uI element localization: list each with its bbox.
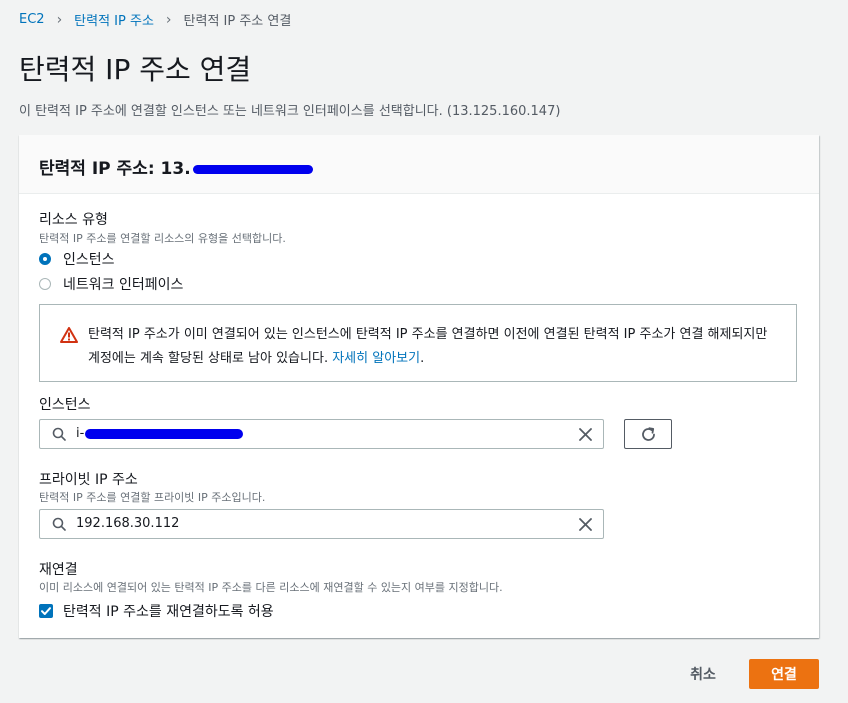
clear-icon[interactable] [579,428,592,441]
page-title: 탄력적 IP 주소 연결 [19,53,252,86]
warning-icon [60,327,78,343]
warning-alert: 탄력적 IP 주소가 이미 연결되어 있는 인스턴스에 탄력적 IP 주소를 연… [39,304,797,382]
search-icon [52,517,66,531]
radio-selected-icon [39,253,51,265]
refresh-icon [642,427,655,441]
reassociate-checkbox-label: 탄력적 IP 주소를 재연결하도록 허용 [63,604,274,620]
reassociate-checkbox[interactable]: 탄력적 IP 주소를 재연결하도록 허용 [39,601,274,621]
chevron-right-icon: › [56,11,63,28]
private-ip-input[interactable]: 192.168.30.112 [39,509,604,539]
breadcrumb: EC2 › 탄력적 IP 주소 › 탄력적 IP 주소 연결 [19,10,292,30]
resource-type-label: 리소스 유형 [39,212,108,228]
instance-label: 인스턴스 [39,397,91,413]
checkmark-icon [41,607,51,615]
private-ip-label: 프라이빗 IP 주소 [39,472,138,488]
associate-button[interactable]: 연결 [749,659,819,689]
panel-title-text: 탄력적 IP 주소: 13. [39,159,191,179]
private-ip-value: 192.168.30.112 [76,516,180,531]
cancel-button[interactable]: 취소 [675,659,731,689]
radio-instance-label: 인스턴스 [63,252,115,268]
search-icon [52,427,66,441]
instance-value: i- [76,426,244,441]
radio-unselected-icon [39,278,51,290]
reassociate-description: 이미 리소스에 연결되어 있는 탄력적 IP 주소를 다른 리소스에 재연결할 … [39,581,503,594]
learn-more-link[interactable]: 자세히 알아보기 [332,351,420,366]
radio-network-interface[interactable]: 네트워크 인터페이스 [39,274,183,294]
refresh-button[interactable] [624,419,672,449]
warning-text: 탄력적 IP 주소가 이미 연결되어 있는 인스턴스에 탄력적 IP 주소를 연… [88,323,778,371]
clear-icon[interactable] [579,518,592,531]
panel-header: 탄력적 IP 주소: 13. [19,135,819,194]
radio-instance[interactable]: 인스턴스 [39,249,115,269]
breadcrumb-elastic-ip-link[interactable]: 탄력적 IP 주소 [74,10,154,29]
radio-network-interface-label: 네트워크 인터페이스 [63,277,184,293]
resource-type-description: 탄력적 IP 주소를 연결할 리소스의 유형을 선택합니다. [39,232,286,245]
redaction-mark [85,428,244,439]
warning-suffix: . [420,351,425,366]
instance-value-text: i- [76,426,85,441]
checkbox-checked [39,604,53,618]
redaction-mark [192,164,313,174]
reassociate-label: 재연결 [39,562,78,578]
breadcrumb-current: 탄력적 IP 주소 연결 [183,14,292,29]
panel-title: 탄력적 IP 주소: 13. [39,154,313,179]
instance-search-input[interactable]: i- [39,419,604,449]
association-panel: 탄력적 IP 주소: 13. 리소스 유형 탄력적 IP 주소를 연결할 리소스… [19,135,819,638]
chevron-right-icon: › [165,11,172,28]
private-ip-description: 탄력적 IP 주소를 연결할 프라이빗 IP 주소입니다. [39,491,266,504]
page-description: 이 탄력적 IP 주소에 연결할 인스턴스 또는 네트워크 인터페이스를 선택합… [19,104,561,119]
breadcrumb-ec2-link[interactable]: EC2 [19,12,45,27]
warning-message: 탄력적 IP 주소가 이미 연결되어 있는 인스턴스에 탄력적 IP 주소를 연… [88,327,768,366]
